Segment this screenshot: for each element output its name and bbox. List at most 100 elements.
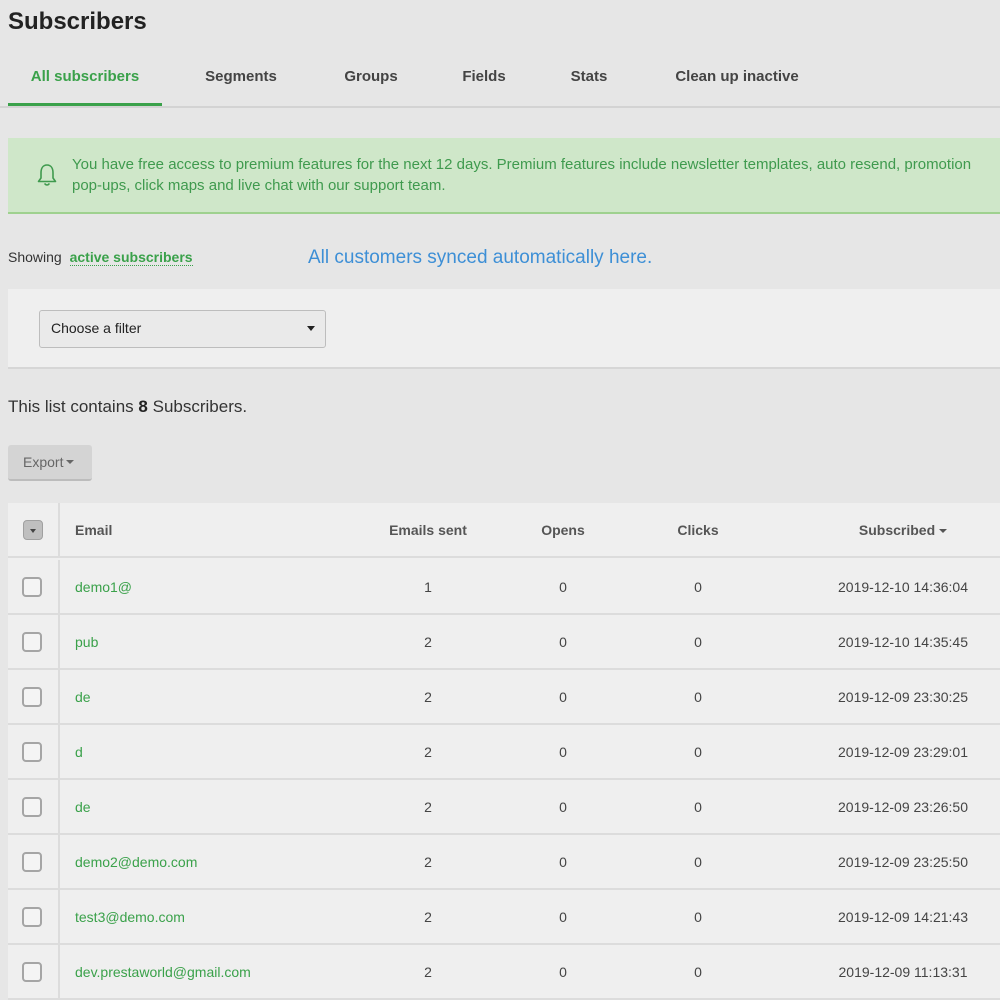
notice-text: You have free access to premium features… bbox=[72, 156, 972, 194]
select-column bbox=[8, 890, 60, 943]
table-header: Email Emails sent Opens Clicks Subscribe… bbox=[8, 503, 1000, 558]
subscriber-email[interactable]: test3@demo.com bbox=[75, 890, 345, 945]
opens-value: 0 bbox=[559, 964, 567, 980]
caret-down-icon bbox=[307, 326, 315, 331]
table-row: test3@demo.com 2 0 0 2019-12-09 14:21:43 bbox=[8, 890, 1000, 945]
caret-down-icon bbox=[66, 460, 75, 464]
header-subscribed[interactable]: Subscribed bbox=[808, 503, 998, 558]
list-count-prefix: This list contains bbox=[8, 397, 134, 416]
export-button[interactable]: Export bbox=[8, 445, 92, 481]
clicks-value: 0 bbox=[694, 689, 702, 705]
header-email[interactable]: Email bbox=[75, 503, 112, 558]
table-row: demo2@demo.com 2 0 0 2019-12-09 23:25:50 bbox=[8, 835, 1000, 890]
emails-sent-value: 2 bbox=[424, 744, 432, 760]
header-emails-sent[interactable]: Emails sent bbox=[368, 503, 488, 558]
opens-value: 0 bbox=[559, 799, 567, 815]
subscribed-date: 2019-12-09 23:29:01 bbox=[838, 744, 968, 760]
opens-value: 0 bbox=[559, 744, 567, 760]
subscribed-date: 2019-12-10 14:36:04 bbox=[838, 579, 968, 595]
clicks-value: 0 bbox=[694, 799, 702, 815]
tab-bar: All subscribers Segments Groups Fields S… bbox=[0, 58, 1000, 108]
subscriber-email[interactable]: pub bbox=[75, 615, 345, 670]
bell-icon bbox=[37, 164, 57, 186]
clicks-value: 0 bbox=[694, 634, 702, 650]
opens-value: 0 bbox=[559, 689, 567, 705]
subscriber-email[interactable]: dev.prestaworld@gmail.com bbox=[75, 945, 345, 1000]
select-column bbox=[8, 780, 60, 833]
list-count-suffix: Subscribers. bbox=[152, 397, 248, 416]
select-column bbox=[8, 725, 60, 778]
row-checkbox[interactable] bbox=[22, 687, 42, 707]
table-row: de 2 0 0 2019-12-09 23:30:25 bbox=[8, 670, 1000, 725]
row-checkbox[interactable] bbox=[22, 962, 42, 982]
select-all-dropdown[interactable] bbox=[23, 520, 43, 540]
filter-selected-value: Choose a filter bbox=[51, 320, 142, 336]
subscriber-email[interactable]: de bbox=[75, 780, 345, 835]
header-clicks[interactable]: Clicks bbox=[638, 503, 758, 558]
clicks-value: 0 bbox=[694, 579, 702, 595]
tab-fields[interactable]: Fields bbox=[444, 68, 524, 106]
clicks-value: 0 bbox=[694, 744, 702, 760]
clicks-value: 0 bbox=[694, 909, 702, 925]
subscriber-email[interactable]: d bbox=[75, 725, 345, 780]
subscriber-email[interactable]: de bbox=[75, 670, 345, 725]
subscribed-date: 2019-12-09 23:25:50 bbox=[838, 854, 968, 870]
row-checkbox[interactable] bbox=[22, 577, 42, 597]
row-checkbox[interactable] bbox=[22, 797, 42, 817]
showing-label: Showing active subscribers bbox=[8, 249, 193, 266]
header-opens[interactable]: Opens bbox=[503, 503, 623, 558]
opens-value: 0 bbox=[559, 909, 567, 925]
select-column bbox=[8, 670, 60, 723]
tab-clean-up-inactive[interactable]: Clean up inactive bbox=[656, 68, 818, 106]
subscriber-email[interactable]: demo1@ bbox=[75, 560, 345, 615]
select-column bbox=[8, 945, 60, 998]
select-column bbox=[8, 560, 60, 613]
emails-sent-value: 1 bbox=[424, 579, 432, 595]
active-subscribers-link[interactable]: active subscribers bbox=[69, 249, 193, 266]
subscriber-count: 8 bbox=[138, 397, 148, 416]
subscribed-date: 2019-12-09 14:21:43 bbox=[838, 909, 968, 925]
table-row: dev.prestaworld@gmail.com 2 0 0 2019-12-09 1… bbox=[8, 945, 1000, 1000]
sort-caret-icon bbox=[939, 529, 948, 533]
row-checkbox[interactable] bbox=[22, 907, 42, 927]
select-column bbox=[8, 503, 60, 556]
opens-value: 0 bbox=[559, 854, 567, 870]
subscribed-date: 2019-12-09 11:13:31 bbox=[838, 964, 968, 980]
tab-stats[interactable]: Stats bbox=[556, 68, 622, 106]
clicks-value: 0 bbox=[694, 854, 702, 870]
clicks-value: 0 bbox=[694, 964, 702, 980]
export-label: Export bbox=[23, 454, 64, 470]
subscribers-table: Email Emails sent Opens Clicks Subscribe… bbox=[8, 503, 1000, 1000]
table-row: d 2 0 0 2019-12-09 23:29:01 bbox=[8, 725, 1000, 780]
select-column bbox=[8, 615, 60, 668]
row-checkbox[interactable] bbox=[22, 852, 42, 872]
page-title: Subscribers bbox=[8, 8, 147, 35]
filter-panel: Choose a filter bbox=[8, 289, 1000, 369]
header-subscribed-label: Subscribed bbox=[858, 522, 936, 538]
subscribed-date: 2019-12-09 23:30:25 bbox=[838, 689, 968, 705]
emails-sent-value: 2 bbox=[424, 909, 432, 925]
row-checkbox[interactable] bbox=[22, 742, 42, 762]
tab-segments[interactable]: Segments bbox=[188, 68, 294, 106]
opens-value: 0 bbox=[559, 579, 567, 595]
tab-all-subscribers[interactable]: All subscribers bbox=[8, 68, 162, 106]
showing-prefix: Showing bbox=[8, 249, 62, 265]
emails-sent-value: 2 bbox=[424, 854, 432, 870]
emails-sent-value: 2 bbox=[424, 799, 432, 815]
opens-value: 0 bbox=[559, 634, 567, 650]
table-row: demo1@ 1 0 0 2019-12-10 14:36:04 bbox=[8, 560, 1000, 615]
table-row: de 2 0 0 2019-12-09 23:26:50 bbox=[8, 780, 1000, 835]
select-column bbox=[8, 835, 60, 888]
sync-note: All customers synced automatically here. bbox=[308, 247, 653, 268]
filter-select[interactable]: Choose a filter bbox=[39, 310, 326, 348]
table-row: pub 2 0 0 2019-12-10 14:35:45 bbox=[8, 615, 1000, 670]
subscriber-email[interactable]: demo2@demo.com bbox=[75, 835, 345, 890]
list-count: This list contains 8 Subscribers. bbox=[8, 397, 247, 417]
subscribed-date: 2019-12-09 23:26:50 bbox=[838, 799, 968, 815]
tab-groups[interactable]: Groups bbox=[326, 68, 416, 106]
emails-sent-value: 2 bbox=[424, 689, 432, 705]
emails-sent-value: 2 bbox=[424, 964, 432, 980]
premium-notice: You have free access to premium features… bbox=[8, 138, 1000, 214]
row-checkbox[interactable] bbox=[22, 632, 42, 652]
emails-sent-value: 2 bbox=[424, 634, 432, 650]
